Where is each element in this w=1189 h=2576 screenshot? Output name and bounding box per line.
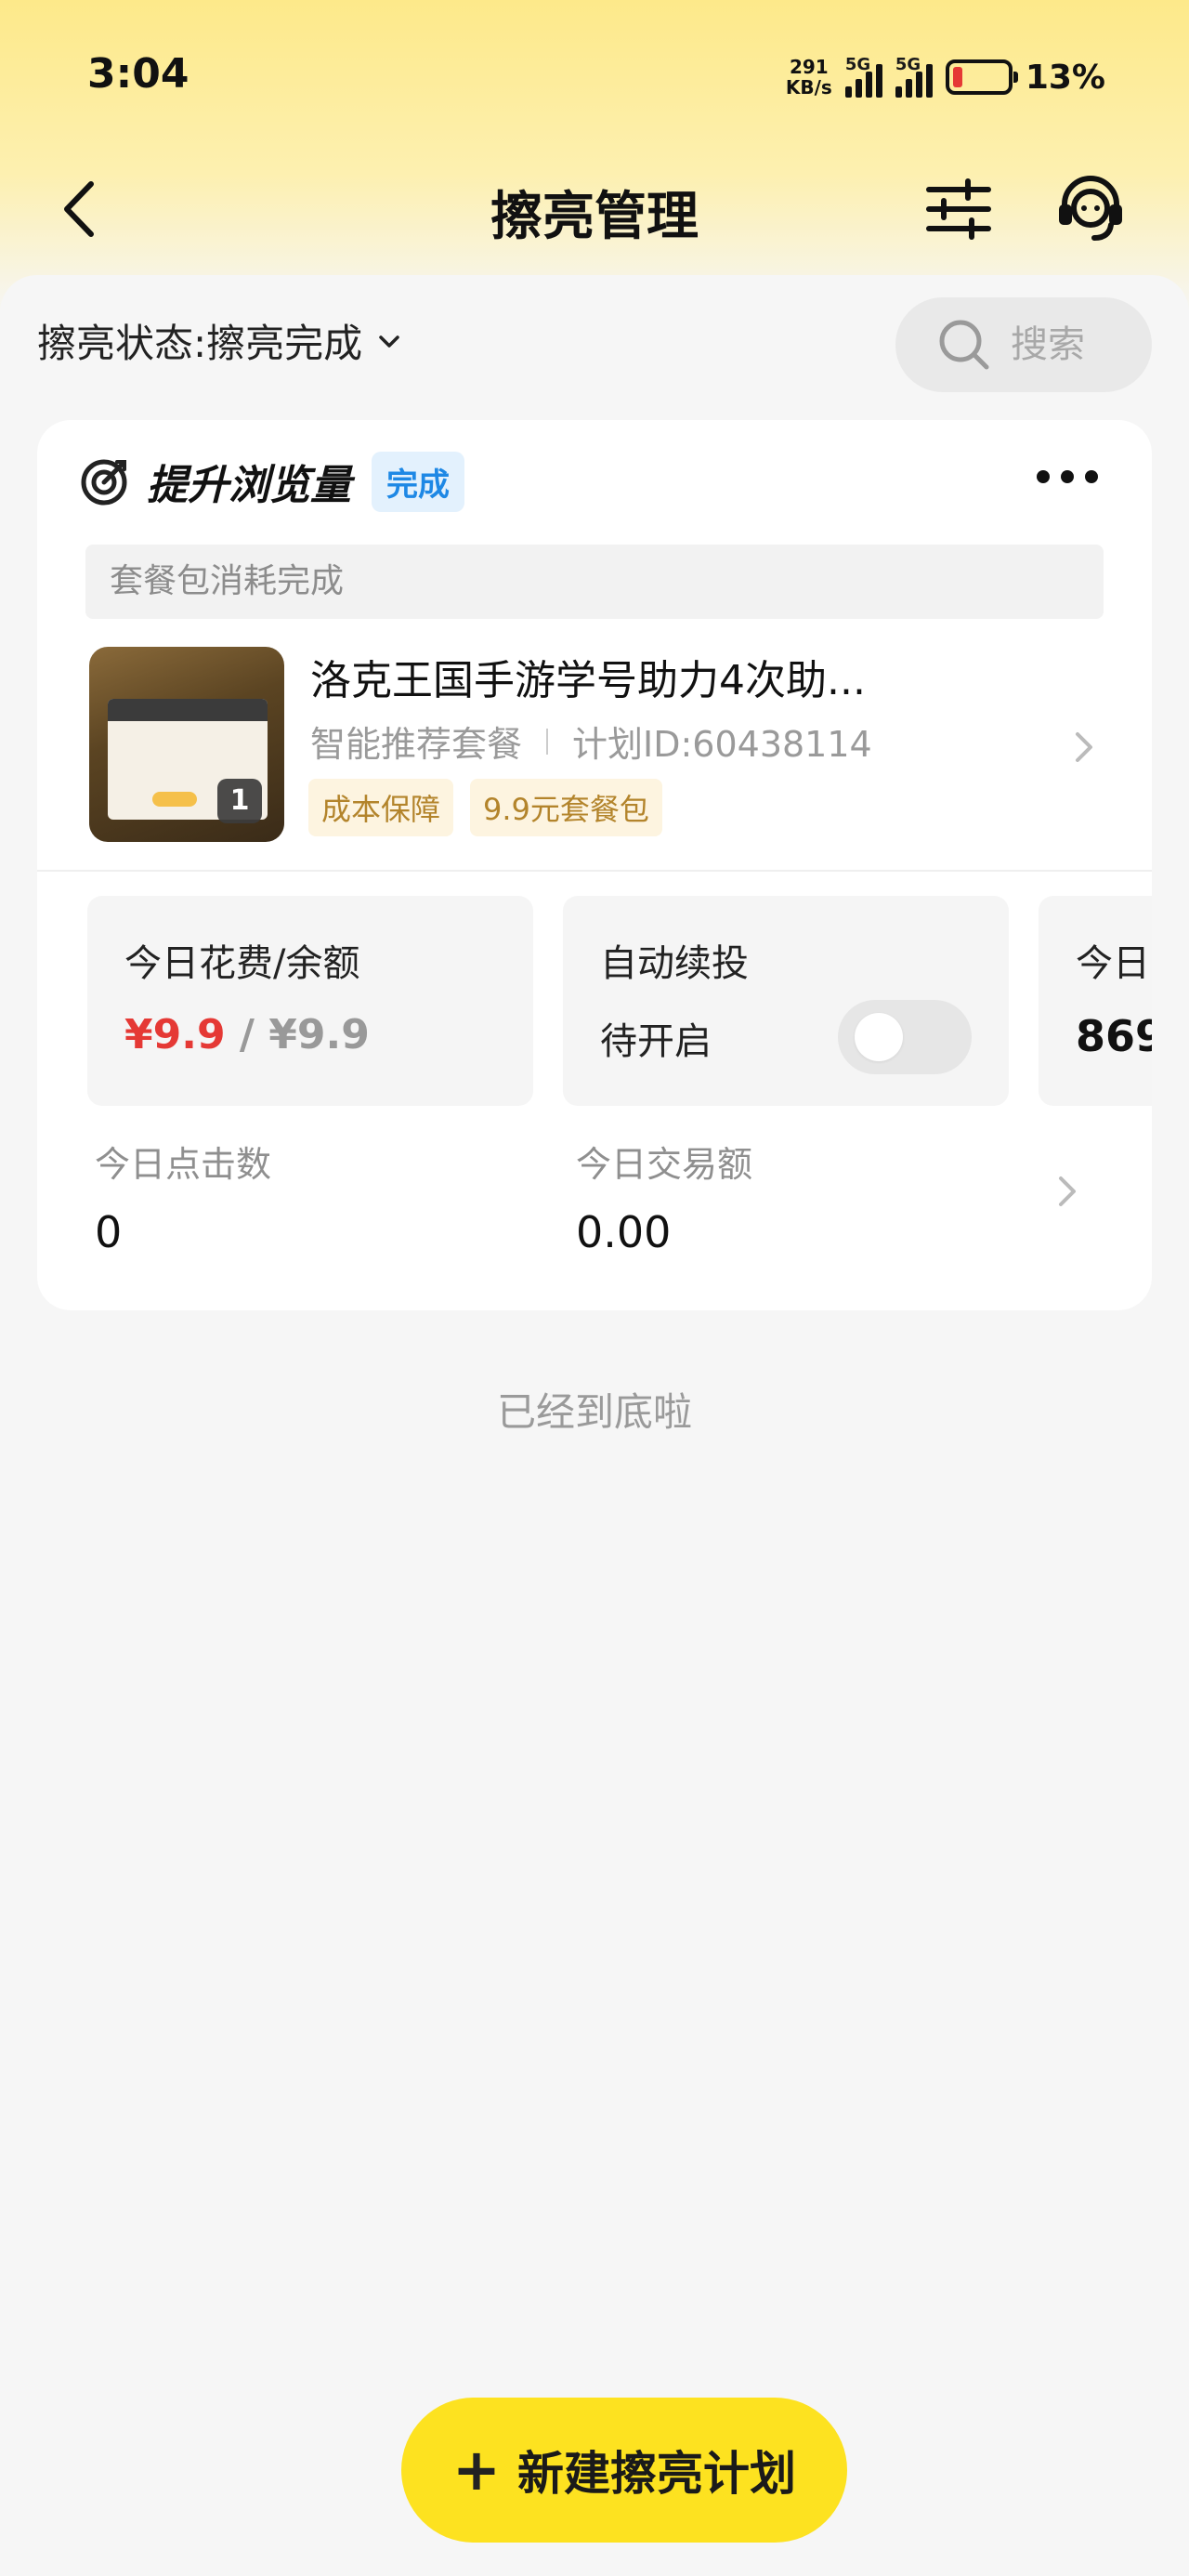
sliders-icon — [926, 178, 991, 240]
customer-service-button[interactable] — [1053, 173, 1128, 245]
more-dot-icon — [1037, 470, 1050, 483]
partial-metric-box: 今日 869 — [1039, 896, 1152, 1106]
signal-2-icon: 5G — [895, 55, 933, 98]
signal-1-label: 5G — [844, 55, 871, 74]
card-header: 提升浏览量 完成 — [80, 451, 464, 527]
tag-cost-guarantee: 成本保障 — [308, 779, 454, 836]
spend-value: ¥9.9 / ¥9.9 — [124, 1011, 370, 1058]
clicks-value: 0 — [95, 1207, 123, 1257]
more-dot-icon — [1061, 470, 1074, 483]
spend-label: 今日花费/余额 — [124, 942, 360, 985]
list-end-text: 已经到底啦 — [496, 1389, 692, 1435]
metric-carousel[interactable]: 今日花费/余额 ¥9.9 / ¥9.9 自动续投 待开启 今日 869 — [87, 896, 1152, 1111]
thumbnail-count-badge: 1 — [217, 779, 262, 823]
status-bar: 3:04 291 KB/s 5G 5G 13% — [0, 0, 1189, 158]
signal-1-icon: 5G — [844, 55, 882, 98]
plan-type-label: 提升浏览量 — [147, 462, 351, 509]
plus-icon: + — [452, 2436, 501, 2504]
status-filter-dropdown[interactable]: 擦亮状态:擦亮完成 — [37, 312, 403, 369]
status-notice: 套餐包消耗完成 — [85, 545, 1104, 619]
spent-amount: ¥9.9 — [124, 1011, 226, 1058]
partial-metric-value: 869 — [1076, 1011, 1152, 1061]
target-icon — [81, 459, 127, 506]
divider — [37, 870, 1152, 872]
chevron-down-icon — [379, 335, 399, 348]
gmv-value: 0.00 — [576, 1207, 672, 1257]
plan-card[interactable]: 提升浏览量 完成 套餐包消耗完成 1 洛克王国手游学号助力4次助... 智能推荐… — [37, 420, 1152, 1310]
partial-metric-label: 今日 — [1076, 942, 1150, 985]
more-dot-icon — [1085, 470, 1098, 483]
plan-id: 计划ID:60438114 — [572, 724, 872, 765]
signal-2-label: 5G — [895, 55, 921, 74]
gmv-label: 今日交易额 — [576, 1144, 753, 1185]
auto-renew-box: 自动续投 待开启 — [563, 896, 1009, 1106]
spend-separator: / — [239, 1011, 255, 1058]
new-plan-label: 新建擦亮计划 — [516, 2447, 796, 2501]
nav-bar: 擦亮管理 — [0, 158, 1189, 260]
chevron-right-icon[interactable] — [1070, 727, 1100, 768]
auto-renew-status: 待开启 — [600, 1020, 712, 1063]
plan-package: 智能推荐套餐 — [310, 724, 523, 765]
search-input[interactable] — [1011, 323, 1141, 366]
toggle-knob — [855, 1013, 903, 1061]
auto-renew-toggle[interactable] — [838, 1000, 972, 1074]
meta-separator — [546, 728, 549, 755]
clicks-stat: 今日点击数 0 — [95, 1136, 271, 1257]
network-speed-value: 291 — [789, 56, 829, 78]
battery-percent: 13% — [1025, 58, 1105, 97]
status-time: 3:04 — [87, 50, 189, 98]
network-speed-unit: KB/s — [785, 76, 832, 99]
battery-icon — [945, 59, 1018, 95]
plan-meta: 智能推荐套餐 计划ID:60438114 — [310, 716, 872, 767]
status-filter-label: 擦亮状态:擦亮完成 — [37, 321, 363, 366]
more-options-button[interactable] — [1037, 470, 1098, 483]
gmv-stat: 今日交易额 0.00 — [576, 1136, 752, 1257]
page-title: 擦亮管理 — [490, 187, 699, 247]
plan-thumbnail[interactable]: 1 — [89, 647, 284, 842]
tag-package: 9.9元套餐包 — [470, 779, 662, 836]
status-icons: 291 KB/s 5G 5G 13% — [786, 54, 1105, 100]
clicks-label: 今日点击数 — [95, 1144, 272, 1185]
filter-settings-button[interactable] — [921, 177, 996, 242]
auto-renew-label: 自动续投 — [600, 942, 749, 985]
budget-amount: ¥9.9 — [268, 1011, 370, 1058]
status-badge: 完成 — [372, 451, 464, 527]
spend-balance-box: 今日花费/余额 ¥9.9 / ¥9.9 — [87, 896, 533, 1106]
plan-title: 洛克王国手游学号助力4次助... — [310, 657, 866, 704]
new-plan-button[interactable]: + 新建擦亮计划 — [401, 2398, 847, 2543]
content-sheet: 擦亮状态:擦亮完成 提升浏览量 完成 套餐包消耗完成 — [0, 275, 1189, 2576]
search-icon — [939, 320, 989, 370]
network-speed: 291 KB/s — [786, 57, 832, 98]
search-box[interactable] — [895, 297, 1152, 392]
plan-tags: 成本保障 9.9元套餐包 — [308, 779, 662, 836]
chevron-right-icon[interactable] — [1053, 1171, 1083, 1212]
customer-service-icon — [1059, 176, 1122, 241]
